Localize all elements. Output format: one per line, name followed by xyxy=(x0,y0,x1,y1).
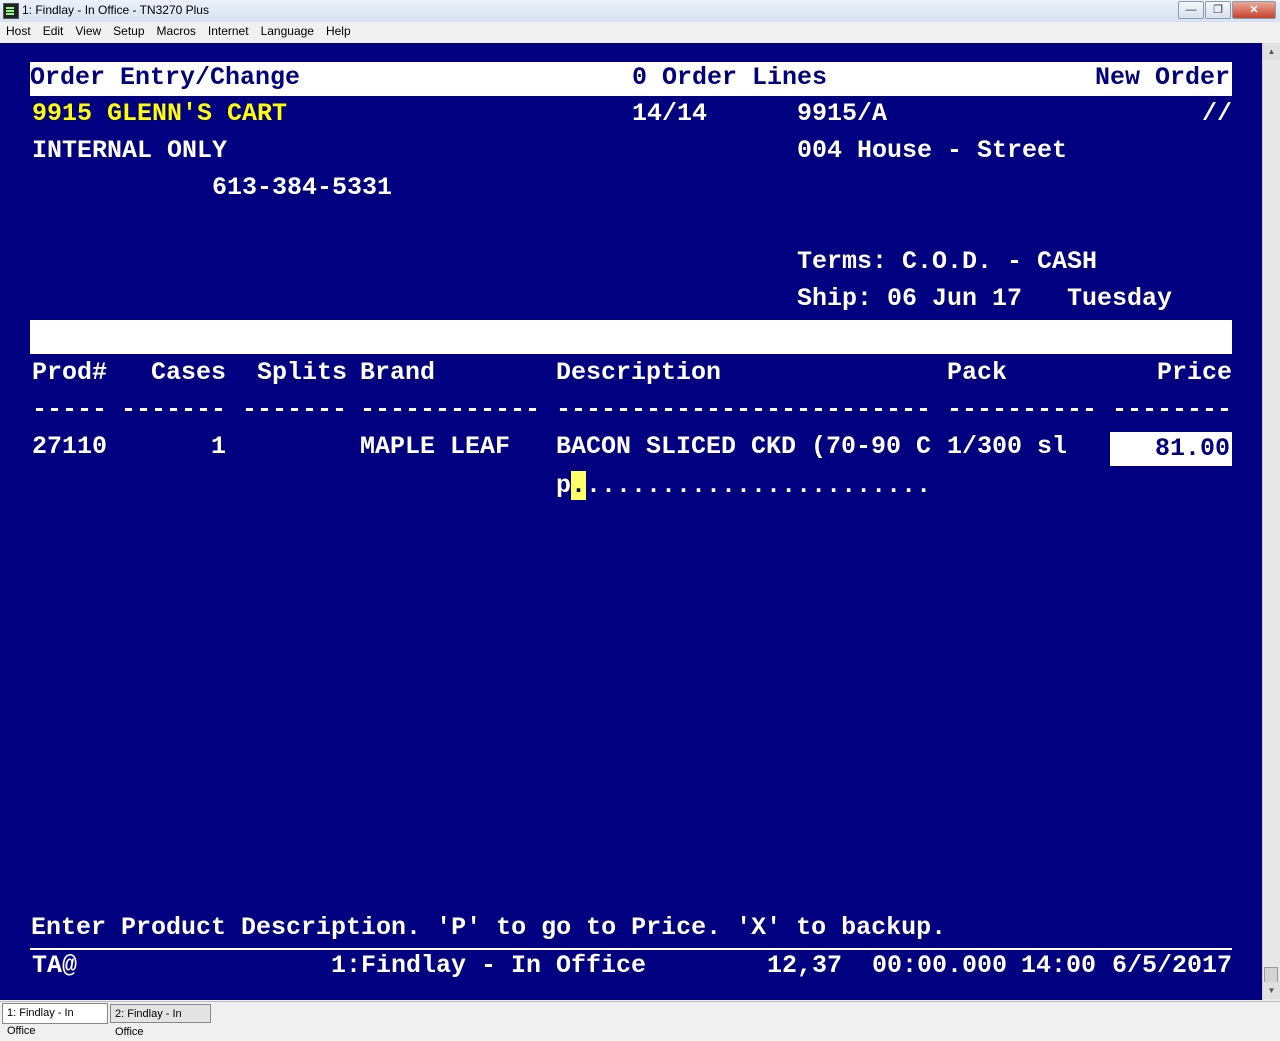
col-price: Price xyxy=(1156,358,1232,387)
col-prod: Prod# xyxy=(32,358,108,387)
description-input[interactable]: p........................ xyxy=(556,471,931,501)
menu-macros[interactable]: Macros xyxy=(151,22,202,38)
message-bar xyxy=(30,320,1232,354)
line-price: 81.00 xyxy=(1154,434,1230,463)
text-cursor: . xyxy=(571,471,587,500)
customer-count: 14/14 xyxy=(632,99,708,128)
status-separator xyxy=(30,948,1232,950)
prompt-message: Enter Product Description. 'P' to go to … xyxy=(31,913,947,942)
line-pack: 1/300 sl xyxy=(947,432,1068,461)
col-brand: Brand xyxy=(360,358,436,387)
order-lines-count: 0 Order Lines xyxy=(632,63,828,92)
status-left: TA@ xyxy=(32,951,78,980)
menu-internet[interactable]: Internet xyxy=(202,22,255,38)
menu-help[interactable]: Help xyxy=(320,22,357,38)
col-description: Description xyxy=(556,358,722,387)
menu-setup[interactable]: Setup xyxy=(107,22,150,38)
status-time: 14:00 xyxy=(1021,951,1097,980)
payment-terms: Terms: C.O.D. - CASH xyxy=(797,247,1098,276)
menu-host[interactable]: Host xyxy=(0,22,37,38)
customer-name: 9915 GLENN'S CART xyxy=(32,99,288,128)
session-tab-1[interactable]: 1: Findlay - In Office xyxy=(2,1003,108,1037)
line-prod: 27110 xyxy=(32,432,108,461)
customer-phone: 613-384-5331 xyxy=(212,173,393,202)
status-cursor-pos: 12,37 xyxy=(767,951,843,980)
close-icon[interactable]: ✕ xyxy=(1232,1,1276,19)
restore-icon[interactable]: ❐ xyxy=(1205,1,1231,19)
customer-route: 004 House - Street xyxy=(797,136,1068,165)
status-session: 1:Findlay - In Office xyxy=(331,951,647,980)
menu-edit[interactable]: Edit xyxy=(37,22,70,38)
line-cases: 1 xyxy=(211,432,227,461)
scroll-down-icon[interactable]: ▼ xyxy=(1263,982,1280,999)
window-controls: — ❐ ✕ xyxy=(1177,1,1276,19)
dash-splits: ------- xyxy=(242,395,348,424)
date-field: // xyxy=(1201,99,1232,128)
scroll-thumb[interactable] xyxy=(1264,967,1278,983)
customer-note: INTERNAL ONLY xyxy=(32,136,228,165)
scroll-up-icon[interactable]: ▲ xyxy=(1263,43,1280,60)
dash-cases: ------- xyxy=(121,395,227,424)
col-cases: Cases xyxy=(151,358,227,387)
price-field[interactable]: 81.00 xyxy=(1110,432,1232,466)
status-date: 6/5/2017 xyxy=(1111,951,1232,980)
dash-description: ------------------------- xyxy=(556,395,932,424)
screen-title: Order Entry/Change xyxy=(30,63,301,92)
dash-pack: ---------- xyxy=(947,395,1098,424)
status-timer: 00:00.000 xyxy=(872,951,1008,980)
dash-price: -------- xyxy=(1111,395,1232,424)
menu-bar: Host Edit View Setup Macros Internet Language H… xyxy=(0,22,1280,42)
typed-text: p xyxy=(556,471,572,500)
col-splits: Splits xyxy=(257,358,348,387)
terminal-screen[interactable]: Order Entry/Change 0 Order Lines New Ord… xyxy=(0,43,1262,1000)
header-bar: Order Entry/Change 0 Order Lines New Ord… xyxy=(30,62,1232,96)
col-pack: Pack xyxy=(947,358,1008,387)
customer-account: 9915/A xyxy=(797,99,888,128)
dash-prod: ----- xyxy=(32,395,108,424)
minimize-icon[interactable]: — xyxy=(1178,1,1204,19)
dash-brand: ------------ xyxy=(360,395,541,424)
menu-view[interactable]: View xyxy=(69,22,107,38)
vertical-scrollbar[interactable]: ▲ ▼ xyxy=(1262,43,1280,1000)
window-title: 1: Findlay - In Office - TN3270 Plus xyxy=(22,3,209,17)
menu-language[interactable]: Language xyxy=(255,22,320,38)
input-fill: ....................... xyxy=(586,471,932,500)
line-brand: MAPLE LEAF xyxy=(360,432,511,461)
title-bar: 1: Findlay - In Office - TN3270 Plus — ❐… xyxy=(0,0,1280,23)
line-description: BACON SLICED CKD (70-90 C xyxy=(556,432,932,461)
session-tab-2[interactable]: 2: Findlay - In Office xyxy=(110,1004,211,1038)
order-mode: New Order xyxy=(1094,63,1230,92)
terminal-app-icon xyxy=(3,3,19,19)
session-tab-bar: 1: Findlay - In Office 2: Findlay - In O… xyxy=(0,1001,1280,1038)
ship-date: Ship: 06 Jun 17 Tuesday xyxy=(797,284,1173,313)
